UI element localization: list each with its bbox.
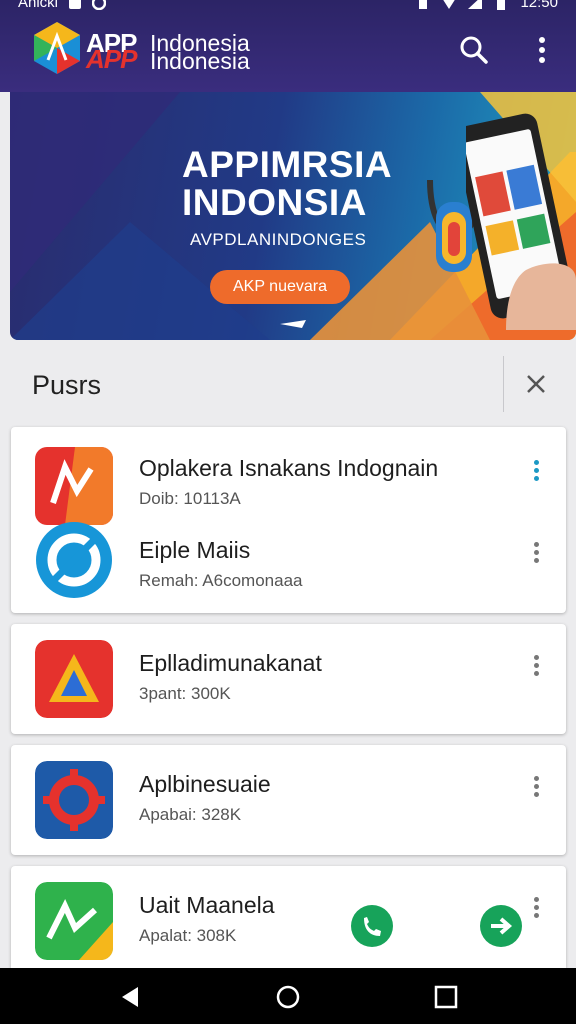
battery-icon	[497, 0, 506, 10]
more-options-icon[interactable]	[525, 539, 547, 575]
back-icon[interactable]	[116, 982, 146, 1012]
vibrate-icon	[419, 0, 428, 9]
app-name: Uait Maanela	[139, 892, 275, 918]
close-icon[interactable]	[520, 368, 552, 400]
home-icon[interactable]	[273, 982, 303, 1012]
section-header: Pusrs	[0, 346, 576, 422]
list-item[interactable]: Eiple Maiis Remah: A6comonaaa	[11, 513, 566, 605]
sync-icon	[92, 0, 107, 10]
phone-call-icon[interactable]	[350, 904, 394, 948]
recents-icon[interactable]	[431, 982, 461, 1012]
brand-app-word-shadow: APP	[86, 44, 137, 74]
app-card: Oplakera Isnakans Indognain Doib: 10113A…	[11, 427, 566, 613]
app-meta: Apabai: 328K	[139, 805, 242, 824]
list-item[interactable]: Aplbinesuaie Apabai: 328K	[11, 747, 566, 839]
section-divider	[503, 356, 504, 412]
phone-mockup-art	[466, 113, 576, 330]
more-options-icon[interactable]	[525, 894, 547, 930]
more-options-icon[interactable]	[525, 773, 547, 809]
app-meta: Remah: A6comonaaa	[139, 571, 303, 590]
app-icon-green	[35, 882, 113, 960]
app-name: Oplakera Isnakans Indognain	[139, 455, 439, 481]
app-icon-circle	[36, 522, 112, 598]
app-meta: Apalat: 308K	[139, 926, 237, 945]
arrow-forward-icon[interactable]	[479, 904, 523, 948]
banner-title-line1: APPIMRSIA	[182, 144, 393, 185]
app-name: Eplladimunakanat	[139, 650, 322, 676]
app-card: Aplbinesuaie Apabai: 328K	[11, 745, 566, 855]
brand-name-line2: Indonesia	[150, 48, 250, 74]
list-item[interactable]: Eplladimunakanat 3pant: 300K	[11, 626, 566, 718]
banner-title-line2: INDONSIA	[182, 182, 367, 223]
app-name: Aplbinesuaie	[139, 771, 271, 797]
app-name: Eiple Maiis	[139, 537, 251, 563]
notification-icon	[69, 0, 82, 9]
system-nav-bar	[0, 968, 576, 1024]
app-meta: Doib: 10113A	[139, 489, 241, 508]
more-options-icon[interactable]	[525, 457, 547, 493]
list-item[interactable]: Oplakera Isnakans Indognain Doib: 10113A	[11, 431, 566, 525]
app-logo	[34, 22, 80, 74]
status-left-text: Anicki	[18, 0, 59, 11]
banner-cta-button[interactable]: AKP nuevara	[210, 270, 350, 304]
search-icon[interactable]	[458, 34, 490, 66]
app-icon-gear	[35, 761, 113, 839]
banner-subtitle: AVPDLANINDONGES	[190, 230, 367, 249]
app-icon-triangle	[35, 640, 113, 718]
signal-icon	[468, 0, 483, 9]
status-time: 12:50	[520, 0, 558, 11]
more-options-icon[interactable]	[525, 652, 547, 688]
app-bar: Anicki 12:50 APP APP Indonesia Indonesia	[0, 0, 576, 92]
promo-banner[interactable]: APPIMRSIA INDONSIA AVPDLANINDONGES AKP n…	[10, 92, 576, 340]
app-meta: 3pant: 300K	[139, 684, 231, 703]
section-title: Pusrs	[32, 370, 102, 400]
more-vert-icon[interactable]	[526, 34, 558, 66]
wifi-icon	[443, 0, 456, 9]
app-card: Eplladimunakanat 3pant: 300K	[11, 624, 566, 734]
status-bar: Anicki 12:50	[0, 0, 576, 14]
